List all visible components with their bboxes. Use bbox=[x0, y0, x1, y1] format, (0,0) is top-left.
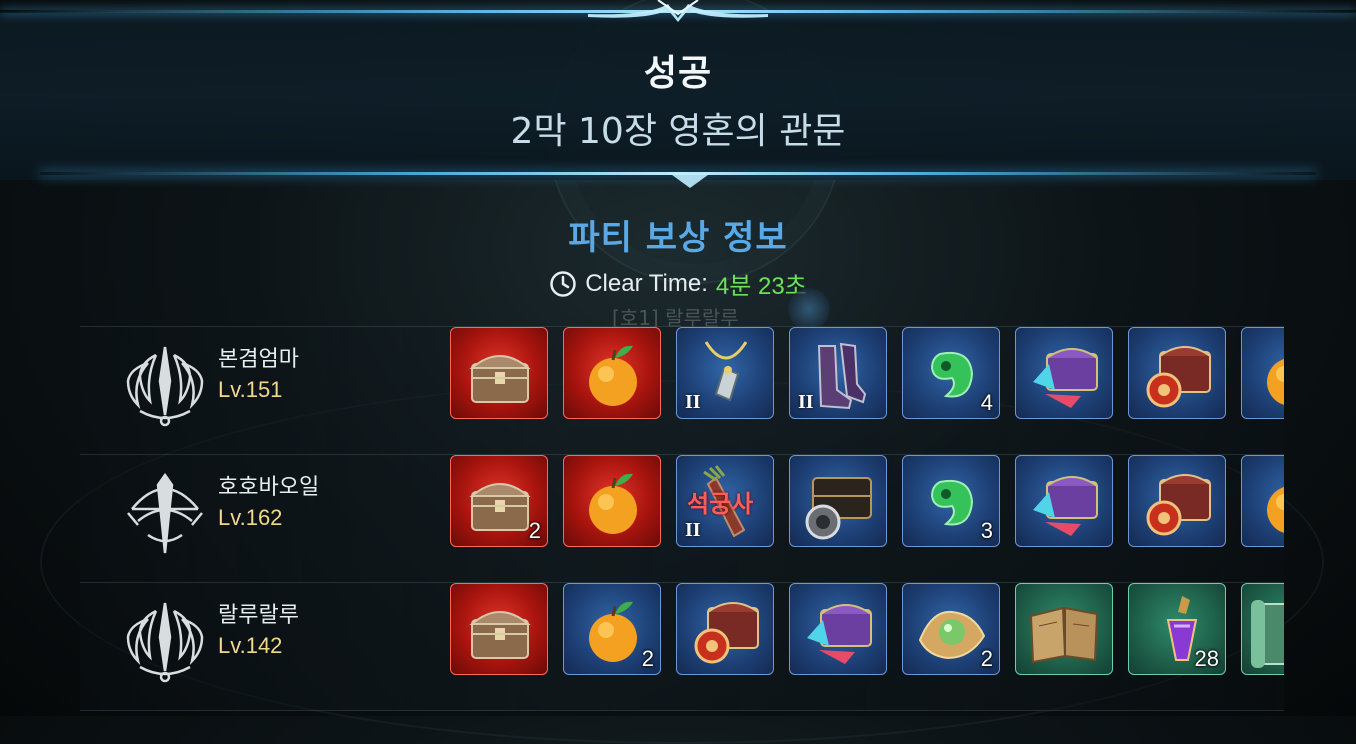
reward-item-slot[interactable]: 3 bbox=[902, 455, 1000, 547]
old-book-icon bbox=[1029, 606, 1099, 664]
reward-item-slot[interactable] bbox=[1015, 583, 1113, 675]
blade-emblem-icon bbox=[126, 602, 204, 683]
treasure-chest-icon bbox=[469, 355, 531, 403]
reward-item-slot[interactable]: 2 bbox=[450, 455, 548, 547]
purple-crystal-chest-icon bbox=[1033, 476, 1098, 536]
reward-item-slot[interactable] bbox=[1015, 455, 1113, 547]
player-level: Lv.162 bbox=[218, 505, 283, 530]
reward-item-slot[interactable]: 4 bbox=[902, 327, 1000, 419]
golden-fruit-icon bbox=[1267, 359, 1284, 405]
reward-item-slot[interactable]: II bbox=[789, 327, 887, 419]
reward-item-slot[interactable] bbox=[1241, 583, 1284, 675]
player-name: 랄루랄루 bbox=[218, 603, 299, 628]
item-tier: II bbox=[798, 391, 814, 413]
reward-item-slot[interactable] bbox=[1128, 327, 1226, 419]
reward-item-slot[interactable] bbox=[450, 583, 548, 675]
bow-emblem-icon bbox=[127, 472, 203, 554]
party-reward-title: 파티 보상 정보 bbox=[568, 218, 788, 258]
blade-emblem-icon bbox=[126, 346, 204, 427]
party-member-ghost-icon bbox=[788, 288, 830, 330]
reward-item-slot[interactable]: 2 bbox=[563, 583, 661, 675]
item-count: 2 bbox=[980, 646, 993, 671]
dark-chest-coin-icon bbox=[805, 477, 872, 540]
golden-fruit-icon bbox=[589, 345, 637, 406]
purple-crystal-chest-icon bbox=[807, 604, 872, 664]
reward-item-slot[interactable]: 2 bbox=[902, 583, 1000, 675]
player-reward-list: 본겸엄마 Lv.151 II II 4 호호바오일 Lv.162 2 석궁사 II 3 랄… bbox=[80, 326, 1284, 711]
result-title: 성공 bbox=[643, 53, 713, 94]
player-name: 호호바오일 bbox=[218, 475, 320, 500]
reward-item-slot[interactable] bbox=[563, 455, 661, 547]
reward-item-slot[interactable] bbox=[1241, 455, 1284, 547]
reward-item-slot[interactable] bbox=[676, 583, 774, 675]
purple-crystal-chest-icon bbox=[1033, 348, 1098, 408]
item-count: 3 bbox=[980, 518, 993, 543]
clear-time-label: Clear Time: bbox=[585, 269, 708, 297]
item-class-tag: 석궁사 bbox=[687, 490, 754, 518]
reward-items: 2 석궁사 II 3 bbox=[450, 455, 1284, 555]
ornate-chest-orb-icon bbox=[694, 602, 759, 664]
player-row: 랄루랄루 Lv.142 2 2 28 bbox=[80, 582, 1284, 711]
result-banner bbox=[0, 12, 1356, 180]
ornate-chest-orb-icon bbox=[1146, 474, 1211, 536]
reward-item-slot[interactable]: 석궁사 II bbox=[676, 455, 774, 547]
reward-item-slot[interactable]: II bbox=[676, 327, 774, 419]
golden-fruit-icon bbox=[589, 473, 637, 534]
reward-item-slot[interactable] bbox=[563, 327, 661, 419]
reward-item-slot[interactable] bbox=[450, 327, 548, 419]
item-tier: II bbox=[685, 391, 701, 413]
treasure-chest-icon bbox=[469, 611, 531, 659]
clock-icon bbox=[550, 270, 576, 297]
player-row: 호호바오일 Lv.162 2 석궁사 II 3 bbox=[80, 454, 1284, 582]
player-level: Lv.142 bbox=[218, 633, 283, 658]
item-tier: II bbox=[685, 519, 701, 541]
ornate-chest-orb-icon bbox=[1146, 346, 1211, 408]
reward-item-slot[interactable] bbox=[789, 583, 887, 675]
clear-time: Clear Time: 4분 23초 bbox=[0, 266, 1356, 301]
player-name: 본겸엄마 bbox=[218, 347, 299, 372]
reward-item-slot[interactable] bbox=[789, 455, 887, 547]
item-count: 28 bbox=[1194, 646, 1219, 671]
banner-bottom-ornament-icon bbox=[668, 172, 712, 188]
banner-top-ornament-icon bbox=[588, 0, 768, 22]
player-level: Lv.151 bbox=[218, 377, 283, 402]
player-row: 본겸엄마 Lv.151 II II 4 bbox=[80, 326, 1284, 454]
reward-item-slot[interactable] bbox=[1015, 327, 1113, 419]
reward-item-slot[interactable] bbox=[1241, 327, 1284, 419]
stage-name: 2막 10장 영혼의 관문 bbox=[510, 111, 846, 152]
reward-item-slot[interactable]: 28 bbox=[1128, 583, 1226, 675]
golden-fruit-icon bbox=[1267, 487, 1284, 533]
item-count: 4 bbox=[980, 390, 993, 415]
reward-items: 2 2 28 bbox=[450, 583, 1284, 683]
scroll-icon bbox=[1251, 600, 1284, 668]
item-count: 2 bbox=[641, 646, 654, 671]
item-count: 2 bbox=[528, 518, 541, 543]
reward-items: II II 4 bbox=[450, 327, 1284, 427]
reward-item-slot[interactable] bbox=[1128, 455, 1226, 547]
